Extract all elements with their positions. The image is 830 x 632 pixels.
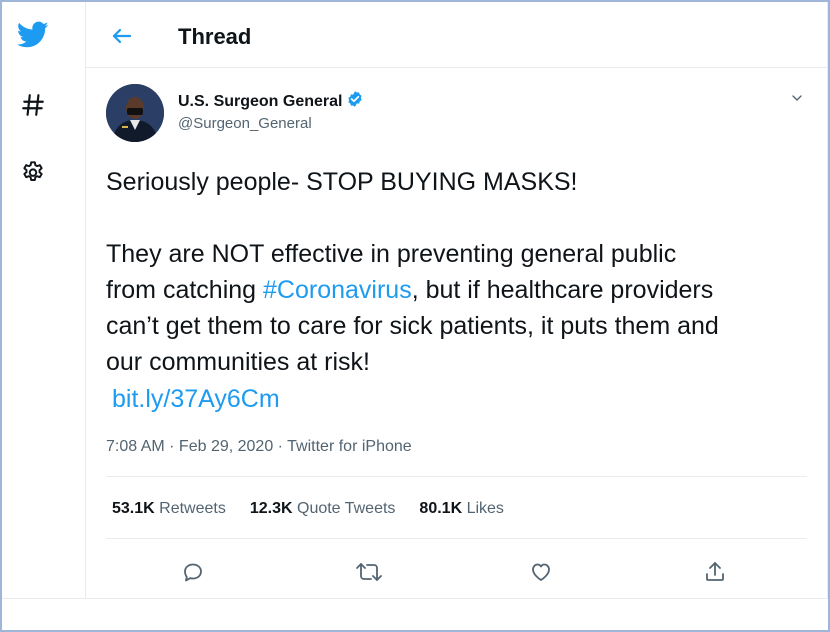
tweet-text-line: They are NOT effective in preventing gen… bbox=[106, 240, 677, 268]
likes-label: Likes bbox=[462, 500, 504, 517]
divider bbox=[106, 476, 807, 477]
author-handle[interactable]: @Surgeon_General bbox=[178, 115, 312, 132]
retweets-label: Retweets bbox=[154, 500, 226, 517]
tweet-source[interactable]: Twitter for iPhone bbox=[287, 438, 412, 455]
tweet-date[interactable]: Feb 29, 2020 bbox=[179, 438, 273, 455]
tweet-text-fragment: from catching bbox=[106, 276, 264, 304]
likes-stat[interactable]: 80.1K Likes bbox=[419, 500, 504, 518]
author-name[interactable]: U.S. Surgeon General bbox=[178, 90, 364, 113]
gear-icon[interactable] bbox=[16, 154, 50, 188]
chevron-down-icon[interactable] bbox=[787, 88, 807, 108]
thread-header: Thread bbox=[86, 2, 827, 68]
retweets-count: 53.1K bbox=[112, 500, 155, 517]
sidebar bbox=[2, 2, 86, 598]
hashtag-link[interactable]: #Coronavirus bbox=[263, 276, 412, 304]
twitter-bird-icon[interactable] bbox=[16, 18, 50, 52]
tweet-text-line: our communities at risk! bbox=[106, 348, 370, 376]
tweet-text-line: Seriously people- STOP BUYING MASKS! bbox=[106, 168, 578, 196]
tweet-url-link[interactable]: bit.ly/37Ay6Cm bbox=[112, 382, 280, 416]
retweet-icon[interactable] bbox=[354, 558, 384, 586]
meta-separator: · bbox=[273, 438, 288, 455]
verified-badge-icon bbox=[346, 90, 364, 113]
tweet-stats: 53.1K Retweets 12.3K Quote Tweets 80.1K … bbox=[112, 500, 504, 518]
share-icon[interactable] bbox=[700, 558, 730, 586]
quote-tweets-label: Quote Tweets bbox=[292, 500, 396, 517]
thread-panel: Thread U.S. Surgeon General @Surgeon_Gen… bbox=[86, 2, 828, 598]
retweets-stat[interactable]: 53.1K Retweets bbox=[112, 500, 226, 518]
page-title: Thread bbox=[178, 24, 252, 49]
heart-icon[interactable] bbox=[526, 558, 556, 586]
tweet-time[interactable]: 7:08 AM bbox=[106, 438, 165, 455]
back-arrow-icon[interactable] bbox=[108, 22, 136, 50]
meta-separator: · bbox=[164, 438, 179, 455]
reply-icon[interactable] bbox=[178, 558, 208, 586]
hashtag-icon[interactable] bbox=[16, 88, 50, 122]
tweet-text-line: can’t get them to care for sick patients… bbox=[106, 312, 719, 340]
likes-count: 80.1K bbox=[419, 500, 463, 517]
tweet-text-line: from catching #Coronavirus, but if healt… bbox=[106, 273, 713, 307]
tweet-text-fragment: , but if healthcare providers bbox=[411, 276, 714, 304]
avatar[interactable] bbox=[106, 84, 164, 142]
quote-tweets-stat[interactable]: 12.3K Quote Tweets bbox=[250, 500, 396, 518]
quote-tweets-count: 12.3K bbox=[249, 500, 293, 517]
author-name-text: U.S. Surgeon General bbox=[178, 92, 343, 110]
divider bbox=[106, 538, 807, 539]
tweet-metadata: 7:08 AM · Feb 29, 2020 · Twitter for iPh… bbox=[106, 438, 412, 456]
bottom-bar bbox=[2, 598, 828, 630]
